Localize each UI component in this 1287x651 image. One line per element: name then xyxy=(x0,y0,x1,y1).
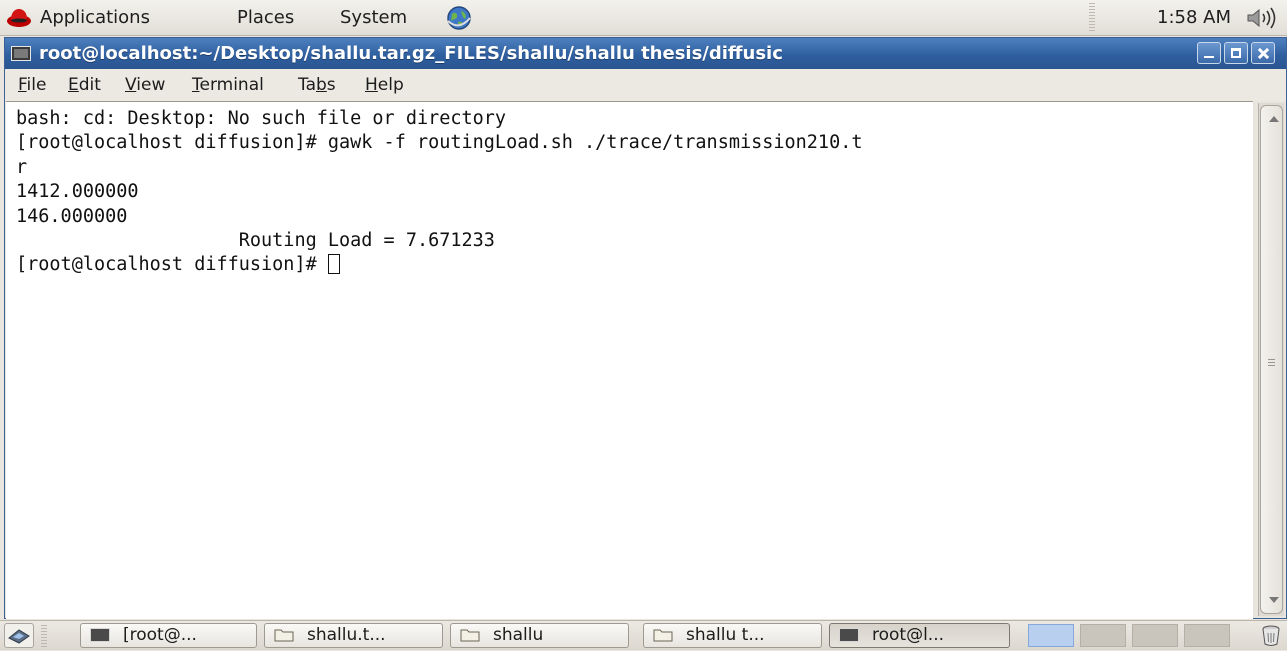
show-desktop-icon xyxy=(8,629,30,644)
volume-icon[interactable] xyxy=(1245,7,1279,29)
top-panel: Applications Places System 1:58 AM xyxy=(0,0,1287,36)
terminal-line: 1412.000000 xyxy=(16,181,139,203)
window-titlebar[interactable]: root@localhost:~/Desktop/shallu.tar.gz_F… xyxy=(5,38,1286,69)
menu-help[interactable]: Help xyxy=(365,69,404,101)
terminal-prompt-line: [root@localhost diffusion]# xyxy=(16,253,862,277)
terminal-line: Routing Load = 7.671233 xyxy=(16,229,495,251)
terminal-scrollbar[interactable] xyxy=(1258,103,1284,616)
terminal-line: [root@localhost diffusion]# gawk -f rout… xyxy=(16,132,863,154)
terminal-icon xyxy=(90,628,110,642)
taskbar-grip xyxy=(41,625,47,647)
menu-file[interactable]: File xyxy=(18,69,46,101)
terminal-icon xyxy=(839,628,859,642)
menu-view[interactable]: View xyxy=(125,69,165,101)
terminal-line: 146.000000 xyxy=(16,205,128,227)
task-label: shallu t... xyxy=(686,625,765,645)
applications-menu[interactable]: Applications xyxy=(40,0,150,36)
task-label: root@l... xyxy=(872,625,945,645)
scrollbar-grip xyxy=(1268,359,1275,366)
task-label: shallu xyxy=(493,625,544,645)
folder-icon xyxy=(653,629,673,642)
folder-icon xyxy=(460,629,480,642)
window-title: root@localhost:~/Desktop/shallu.tar.gz_F… xyxy=(39,43,783,64)
redhat-icon[interactable] xyxy=(6,6,32,30)
task-label: shallu.t... xyxy=(307,625,386,645)
scrollbar-thumb[interactable] xyxy=(1260,105,1283,614)
clock[interactable]: 1:58 AM xyxy=(1157,0,1231,36)
workspace-2[interactable] xyxy=(1080,624,1126,647)
terminal-icon xyxy=(11,46,31,61)
folder-icon xyxy=(274,629,294,642)
terminal-output[interactable]: bash: cd: Desktop: No such file or direc… xyxy=(6,101,1253,619)
menu-terminal[interactable]: Terminal xyxy=(192,69,264,101)
workspace-3[interactable] xyxy=(1132,624,1178,647)
task-button-folder[interactable]: shallu t... xyxy=(643,623,822,648)
workspace-4[interactable] xyxy=(1184,624,1230,647)
menu-tabs[interactable]: Tabs xyxy=(298,69,336,101)
show-desktop-button[interactable] xyxy=(4,623,34,648)
menu-edit[interactable]: Edit xyxy=(68,69,101,101)
panel-grip xyxy=(1089,3,1095,33)
task-button-terminal[interactable]: [root@... xyxy=(80,623,257,648)
close-button[interactable] xyxy=(1251,42,1275,64)
task-button-folder[interactable]: shallu xyxy=(450,623,629,648)
task-button-terminal-active[interactable]: root@l... xyxy=(829,623,1010,648)
scroll-up-arrow-icon[interactable] xyxy=(1269,116,1279,122)
terminal-line: r xyxy=(16,156,28,178)
minimize-button[interactable] xyxy=(1197,42,1221,64)
terminal-window: root@localhost:~/Desktop/shallu.tar.gz_F… xyxy=(4,37,1287,619)
network-globe-icon[interactable] xyxy=(446,5,472,31)
trash-icon[interactable] xyxy=(1261,624,1281,647)
system-menu[interactable]: System xyxy=(340,0,407,36)
workspace-1[interactable] xyxy=(1028,624,1074,647)
terminal-prompt: [root@localhost diffusion]# xyxy=(16,254,328,276)
terminal-line: bash: cd: Desktop: No such file or direc… xyxy=(16,108,507,129)
scroll-down-arrow-icon[interactable] xyxy=(1269,597,1279,603)
bottom-taskbar: [root@... shallu.t... shallu shallu t...… xyxy=(0,620,1287,650)
menubar: File Edit View Terminal Tabs Help xyxy=(5,69,1286,101)
maximize-button[interactable] xyxy=(1224,42,1248,64)
task-label: [root@... xyxy=(123,625,197,645)
task-button-folder[interactable]: shallu.t... xyxy=(264,623,443,648)
text-cursor xyxy=(327,254,340,275)
places-menu[interactable]: Places xyxy=(237,0,294,36)
